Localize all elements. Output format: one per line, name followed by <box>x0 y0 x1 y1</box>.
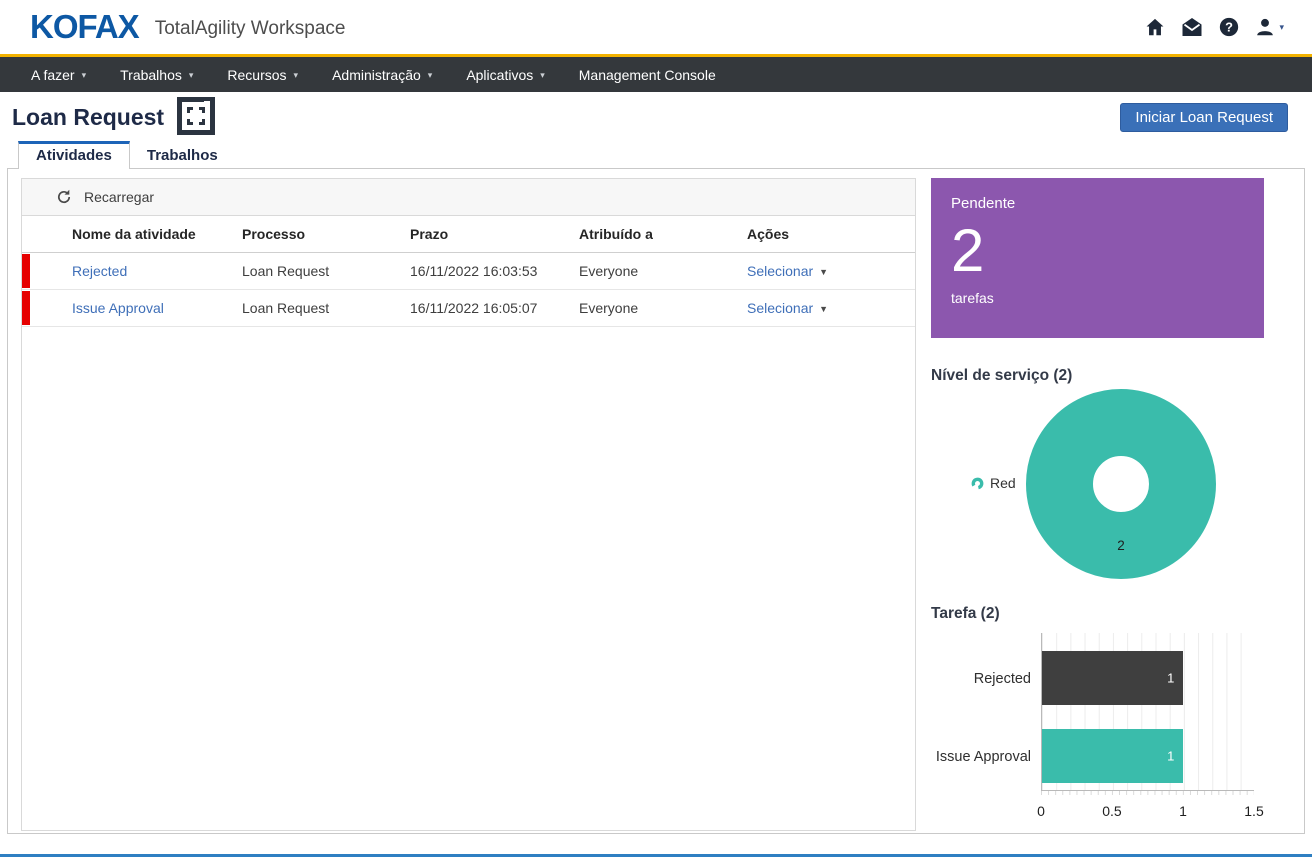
kofax-logo: KOFAX <box>30 8 139 46</box>
donut-value-label: 2 <box>1117 538 1125 553</box>
bar-issue-approval: 1 <box>1042 729 1183 783</box>
top-header: KOFAX TotalAgility Workspace ? ▾ <box>0 0 1312 57</box>
nav-recursos[interactable]: Recursos▾ <box>210 57 315 92</box>
axis-minor-ticks <box>1041 791 1254 795</box>
chevron-down-icon: ▾ <box>540 71 545 80</box>
tab-strip: Atividades Trabalhos <box>18 142 1312 169</box>
service-level-chart: Nível de serviço (2) Red 2 <box>931 367 1264 587</box>
table-row: Rejected Loan Request 16/11/2022 16:03:5… <box>22 253 915 290</box>
tab-trabalhos[interactable]: Trabalhos <box>130 142 235 169</box>
bar-category-label: Rejected <box>974 671 1031 687</box>
user-icon <box>1254 16 1276 38</box>
select-action-dropdown[interactable]: Selecionar▼ <box>747 300 915 316</box>
donut-ring <box>1060 423 1183 546</box>
chevron-down-icon: ▼ <box>819 268 828 277</box>
task-chart-title: Tarefa (2) <box>931 605 1264 623</box>
pending-card-title: Pendente <box>951 195 1244 212</box>
legend-label: Red <box>990 475 1016 491</box>
col-atribuido: Atribuído a <box>579 226 747 242</box>
bar-value-label: 1 <box>1167 671 1174 686</box>
bar-category-label: Issue Approval <box>936 749 1031 765</box>
x-tick: 0.5 <box>1102 803 1121 819</box>
home-icon[interactable] <box>1144 16 1166 38</box>
col-acoes: Ações <box>747 226 915 242</box>
assigned-cell: Everyone <box>579 263 747 279</box>
start-loan-request-button[interactable]: Iniciar Loan Request <box>1120 103 1288 132</box>
due-cell: 16/11/2022 16:03:53 <box>410 263 579 279</box>
due-cell: 16/11/2022 16:05:07 <box>410 300 579 316</box>
main-nav: A fazer▾ Trabalhos▾ Recursos▾ Administra… <box>0 57 1312 92</box>
donut-chart: 2 <box>1026 389 1216 579</box>
activity-link[interactable]: Rejected <box>72 263 127 279</box>
table-row: Issue Approval Loan Request 16/11/2022 1… <box>22 290 915 327</box>
process-cell: Loan Request <box>242 300 410 316</box>
select-action-dropdown[interactable]: Selecionar▼ <box>747 263 915 279</box>
content-wrapper: Recarregar Nome da atividade Processo Pr… <box>7 168 1305 834</box>
activities-table: Recarregar Nome da atividade Processo Pr… <box>21 178 916 831</box>
pending-count: 2 <box>951 219 1244 282</box>
nav-trabalhos[interactable]: Trabalhos▾ <box>103 57 210 92</box>
service-level-title: Nível de serviço (2) <box>931 367 1264 385</box>
bar-plot: Rejected Issue Approval 1 1 <box>1041 633 1254 791</box>
pending-card: Pendente 2 tarefas <box>931 178 1264 338</box>
task-chart: Tarefa (2) Rejected Issue Approval 1 1 0… <box>931 605 1264 821</box>
bar-value-label: 1 <box>1167 749 1174 764</box>
chevron-down-icon: ▾ <box>428 71 433 80</box>
tab-atividades[interactable]: Atividades <box>18 141 130 169</box>
chevron-down-icon: ▾ <box>1279 23 1284 32</box>
x-tick: 1.5 <box>1244 803 1263 819</box>
activity-link[interactable]: Issue Approval <box>72 300 164 316</box>
reload-button[interactable]: Recarregar <box>22 179 915 216</box>
process-cell: Loan Request <box>242 263 410 279</box>
chevron-down-icon: ▾ <box>294 71 299 80</box>
nav-a-fazer[interactable]: A fazer▾ <box>14 57 103 92</box>
refresh-icon <box>56 189 72 205</box>
col-prazo: Prazo <box>410 226 579 242</box>
chevron-down-icon: ▾ <box>189 71 194 80</box>
page-header: Loan Request Iniciar Loan Request <box>0 92 1312 142</box>
x-axis-labels: 0 0.5 1 1.5 <box>1041 803 1254 821</box>
legend-item-red[interactable]: Red <box>971 475 1016 491</box>
table-header-row: Nome da atividade Processo Prazo Atribuí… <box>22 216 915 253</box>
chevron-down-icon: ▾ <box>82 71 87 80</box>
form-window-icon <box>177 97 215 140</box>
dashboard-panel: Pendente 2 tarefas Nível de serviço (2) … <box>931 178 1264 833</box>
bar-rejected: 1 <box>1042 651 1183 705</box>
mail-icon[interactable] <box>1180 16 1204 38</box>
col-processo: Processo <box>242 226 410 242</box>
x-tick: 1 <box>1179 803 1187 819</box>
app-title: TotalAgility Workspace <box>155 18 346 40</box>
pending-unit: tarefas <box>951 290 1244 306</box>
nav-administracao[interactable]: Administração▾ <box>315 57 449 92</box>
legend-marker-icon <box>971 477 984 490</box>
col-nome: Nome da atividade <box>72 226 242 242</box>
page-title: Loan Request <box>12 104 164 131</box>
footer-accent-bar <box>0 854 1312 857</box>
user-menu[interactable]: ▾ <box>1254 16 1284 38</box>
svg-text:?: ? <box>1226 20 1234 35</box>
nav-aplicativos[interactable]: Aplicativos▾ <box>449 57 561 92</box>
nav-management-console[interactable]: Management Console <box>562 57 733 92</box>
x-tick: 0 <box>1037 803 1045 819</box>
help-icon[interactable]: ? <box>1218 16 1240 38</box>
assigned-cell: Everyone <box>579 300 747 316</box>
chevron-down-icon: ▼ <box>819 305 828 314</box>
